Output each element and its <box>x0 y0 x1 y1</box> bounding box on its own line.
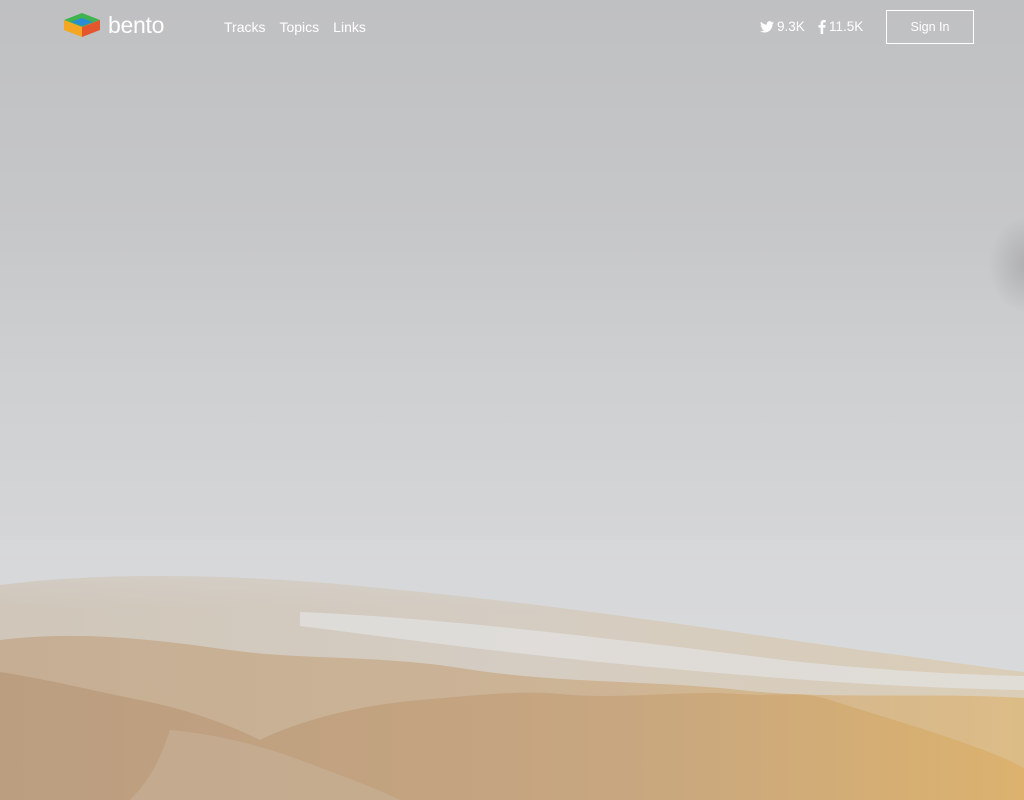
main-nav: Tracks Topics Links <box>224 19 366 35</box>
twitter-count: 9.3K <box>777 19 805 34</box>
twitter-bird-icon <box>760 20 774 33</box>
nav-links-link[interactable]: Links <box>333 19 366 35</box>
brand-logo[interactable]: bento <box>63 11 164 39</box>
facebook-f-icon <box>818 19 826 34</box>
nav-tracks-link[interactable]: Tracks <box>224 19 265 35</box>
nav-topics-link[interactable]: Topics <box>279 19 319 35</box>
brand-name: bento <box>108 11 165 38</box>
twitter-follow-link[interactable]: 9.3K <box>760 19 805 34</box>
mountain-landscape-image <box>0 540 1024 800</box>
bento-cube-logo-icon <box>64 13 100 37</box>
facebook-like-link[interactable]: 11.5K <box>818 19 863 34</box>
facebook-count: 11.5K <box>829 19 864 34</box>
hero-background <box>0 0 1024 800</box>
top-navigation-bar: bento Tracks Topics Links 9.3K 11.5K Sig… <box>0 0 1024 54</box>
sign-in-button[interactable]: Sign In <box>886 10 974 44</box>
